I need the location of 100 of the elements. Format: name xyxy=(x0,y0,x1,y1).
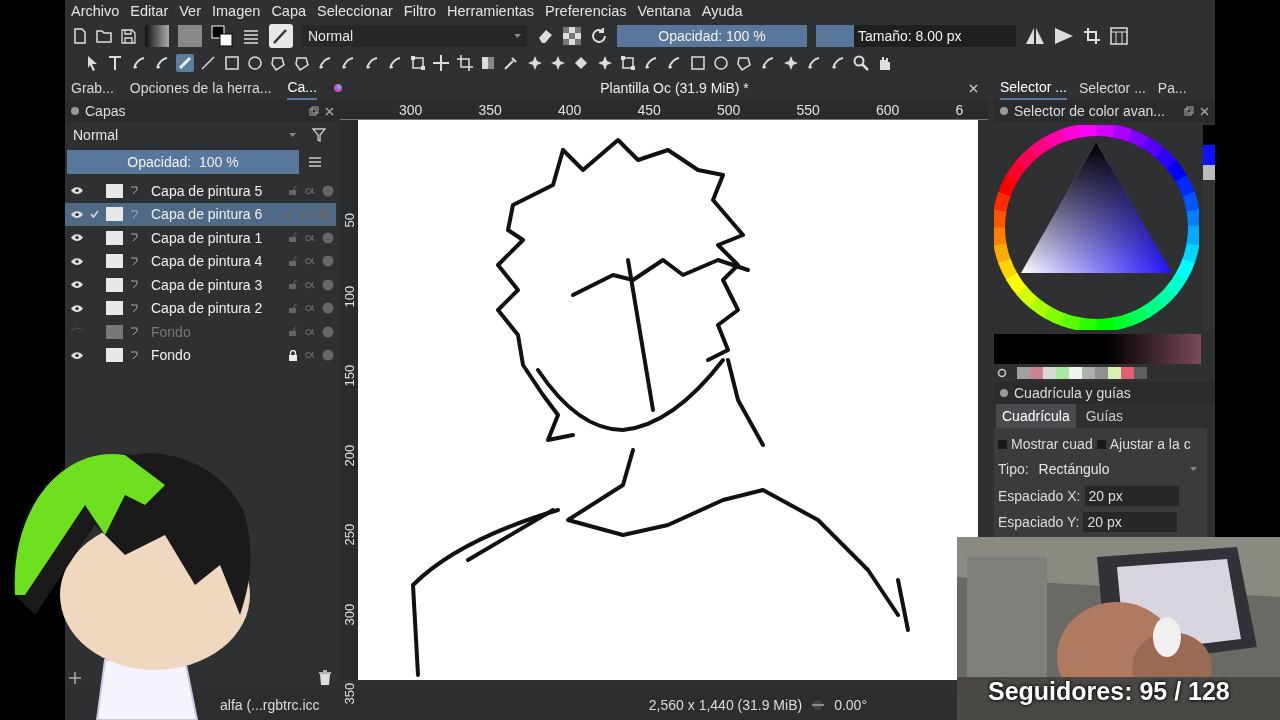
layer-row[interactable]: Capa de pintura 5 xyxy=(65,179,340,203)
color-swatch[interactable] xyxy=(1134,367,1147,379)
close-icon[interactable] xyxy=(969,83,978,93)
menu-item[interactable]: Preferencias xyxy=(545,3,627,19)
menu-icon[interactable] xyxy=(309,157,321,167)
line-icon[interactable] xyxy=(199,54,218,72)
new-document-icon[interactable] xyxy=(73,28,87,44)
trash-icon[interactable] xyxy=(318,670,332,686)
crop-icon[interactable] xyxy=(455,54,474,72)
transform-icon[interactable] xyxy=(409,54,428,72)
blend-mode-dropdown[interactable]: Normal xyxy=(302,25,527,47)
spacing-y-field[interactable]: 20 px xyxy=(1083,512,1178,532)
float-icon[interactable] xyxy=(1184,106,1194,116)
ellipse-icon[interactable] xyxy=(246,54,265,72)
zoom-icon[interactable] xyxy=(851,54,870,72)
checkbox[interactable] xyxy=(1096,439,1106,449)
layers-stack-icon[interactable] xyxy=(242,28,260,44)
color-sliders[interactable] xyxy=(994,334,1201,364)
save-icon[interactable] xyxy=(121,28,136,44)
docker-handle-icon[interactable] xyxy=(1000,389,1008,397)
color-wheel[interactable] xyxy=(994,124,1199,330)
layer-row[interactable]: Capa de pintura 4 xyxy=(65,249,340,273)
eye-icon[interactable] xyxy=(71,303,83,313)
color-swatch[interactable] xyxy=(1082,367,1095,379)
color-swatch[interactable] xyxy=(1108,367,1121,379)
docker-handle-icon[interactable] xyxy=(1000,107,1008,115)
menu-item[interactable]: Seleccionar xyxy=(317,3,393,19)
eye-icon[interactable] xyxy=(71,256,83,266)
layer-row[interactable]: Capa de pintura 1 xyxy=(65,226,340,250)
eye-icon[interactable] xyxy=(71,350,83,360)
color-swatch[interactable] xyxy=(1030,367,1043,379)
eraser-icon[interactable] xyxy=(536,28,554,44)
menu-item[interactable]: Ayuda xyxy=(701,3,743,19)
gradient-swatch[interactable] xyxy=(145,25,169,47)
color-swatch[interactable] xyxy=(1056,367,1069,379)
crop-icon[interactable] xyxy=(1083,27,1101,45)
caret-icon xyxy=(514,34,521,38)
panels-icon[interactable] xyxy=(1110,27,1128,45)
docker-tab[interactable]: Grab... xyxy=(71,77,114,99)
polygon-icon[interactable] xyxy=(292,54,311,72)
color-swatch[interactable] xyxy=(1121,367,1134,379)
add-icon[interactable] xyxy=(69,672,81,684)
polygon-icon[interactable] xyxy=(269,54,288,72)
brush-mark-icon xyxy=(130,350,138,360)
mirror-horizontal-icon[interactable] xyxy=(1025,27,1045,45)
size-slider[interactable]: Tamaño: 8.00 px xyxy=(816,25,1016,47)
eye-icon[interactable] xyxy=(71,280,83,290)
color-swap-icon[interactable] xyxy=(211,25,233,47)
lock-icon[interactable] xyxy=(288,349,298,361)
eye-icon[interactable] xyxy=(71,209,83,219)
panel-tab[interactable]: Guías xyxy=(1079,404,1130,428)
menu-item[interactable]: Capa xyxy=(271,3,307,19)
close-icon[interactable] xyxy=(1200,106,1209,116)
eye-icon[interactable] xyxy=(71,233,83,243)
brush-preset-icon[interactable] xyxy=(269,24,293,48)
brush-icon[interactable] xyxy=(176,54,195,72)
checkbox[interactable] xyxy=(998,439,1007,449)
refresh-icon[interactable] xyxy=(590,27,608,45)
menu-item[interactable]: Ver xyxy=(179,3,201,19)
reset-icon[interactable] xyxy=(997,368,1007,378)
color-swatch[interactable] xyxy=(1095,367,1108,379)
docker-tab[interactable]: Pa... xyxy=(1157,77,1187,99)
checkerboard-icon[interactable] xyxy=(563,27,581,45)
transform-icon[interactable] xyxy=(618,54,637,72)
menu-item[interactable]: Ventana xyxy=(637,3,691,19)
menu-item[interactable]: Imagen xyxy=(212,3,261,19)
ellipse-icon[interactable] xyxy=(712,54,730,72)
move-icon[interactable] xyxy=(432,54,451,72)
eye-icon[interactable] xyxy=(71,186,83,196)
color-swatch[interactable] xyxy=(1069,367,1082,379)
rectangle-icon[interactable] xyxy=(222,54,241,72)
color-swatch[interactable] xyxy=(1017,367,1030,379)
layer-row[interactable]: Capa de pintura 6 xyxy=(65,202,336,226)
rectangle-icon[interactable] xyxy=(688,54,707,72)
filter-icon[interactable] xyxy=(312,128,326,142)
layer-row[interactable]: Fondo xyxy=(65,343,340,367)
color-history-strip[interactable] xyxy=(1203,124,1215,330)
close-icon[interactable] xyxy=(325,106,334,116)
mirror-vertical-icon[interactable] xyxy=(1054,27,1074,45)
panel-tab[interactable]: Cuadrícula xyxy=(996,404,1076,428)
layer-row[interactable]: Capa de pintura 2 xyxy=(65,296,340,320)
pattern-swatch[interactable] xyxy=(178,25,202,47)
menu-item[interactable]: Herramientas xyxy=(447,3,535,19)
opacity-slider[interactable]: Opacidad: 100 % xyxy=(617,25,807,47)
layer-opacity-slider[interactable]: Opacidad: 100 % xyxy=(67,150,299,174)
polygon-icon[interactable] xyxy=(735,54,754,72)
layer-row[interactable]: Capa de pintura 3 xyxy=(65,273,340,297)
layer-thumbnail xyxy=(106,183,123,198)
folder-icon[interactable] xyxy=(96,29,112,43)
menu-item[interactable]: Archivo xyxy=(71,3,120,19)
docker-tab[interactable]: Opciones de la herra... xyxy=(129,77,272,99)
docker-tab[interactable]: Selector ... xyxy=(1078,77,1146,99)
menu-item[interactable]: Editar xyxy=(130,3,169,19)
float-icon[interactable] xyxy=(309,106,319,116)
document-tab[interactable]: Plantilla Oc (31.9 MiB) * xyxy=(600,80,749,96)
layer-thumbnail xyxy=(106,230,123,245)
menu-item[interactable]: Filtro xyxy=(403,3,437,19)
spacing-x-field[interactable]: 20 px xyxy=(1084,486,1179,506)
docker-handle-icon[interactable] xyxy=(71,107,79,115)
color-swatch[interactable] xyxy=(1043,367,1056,379)
